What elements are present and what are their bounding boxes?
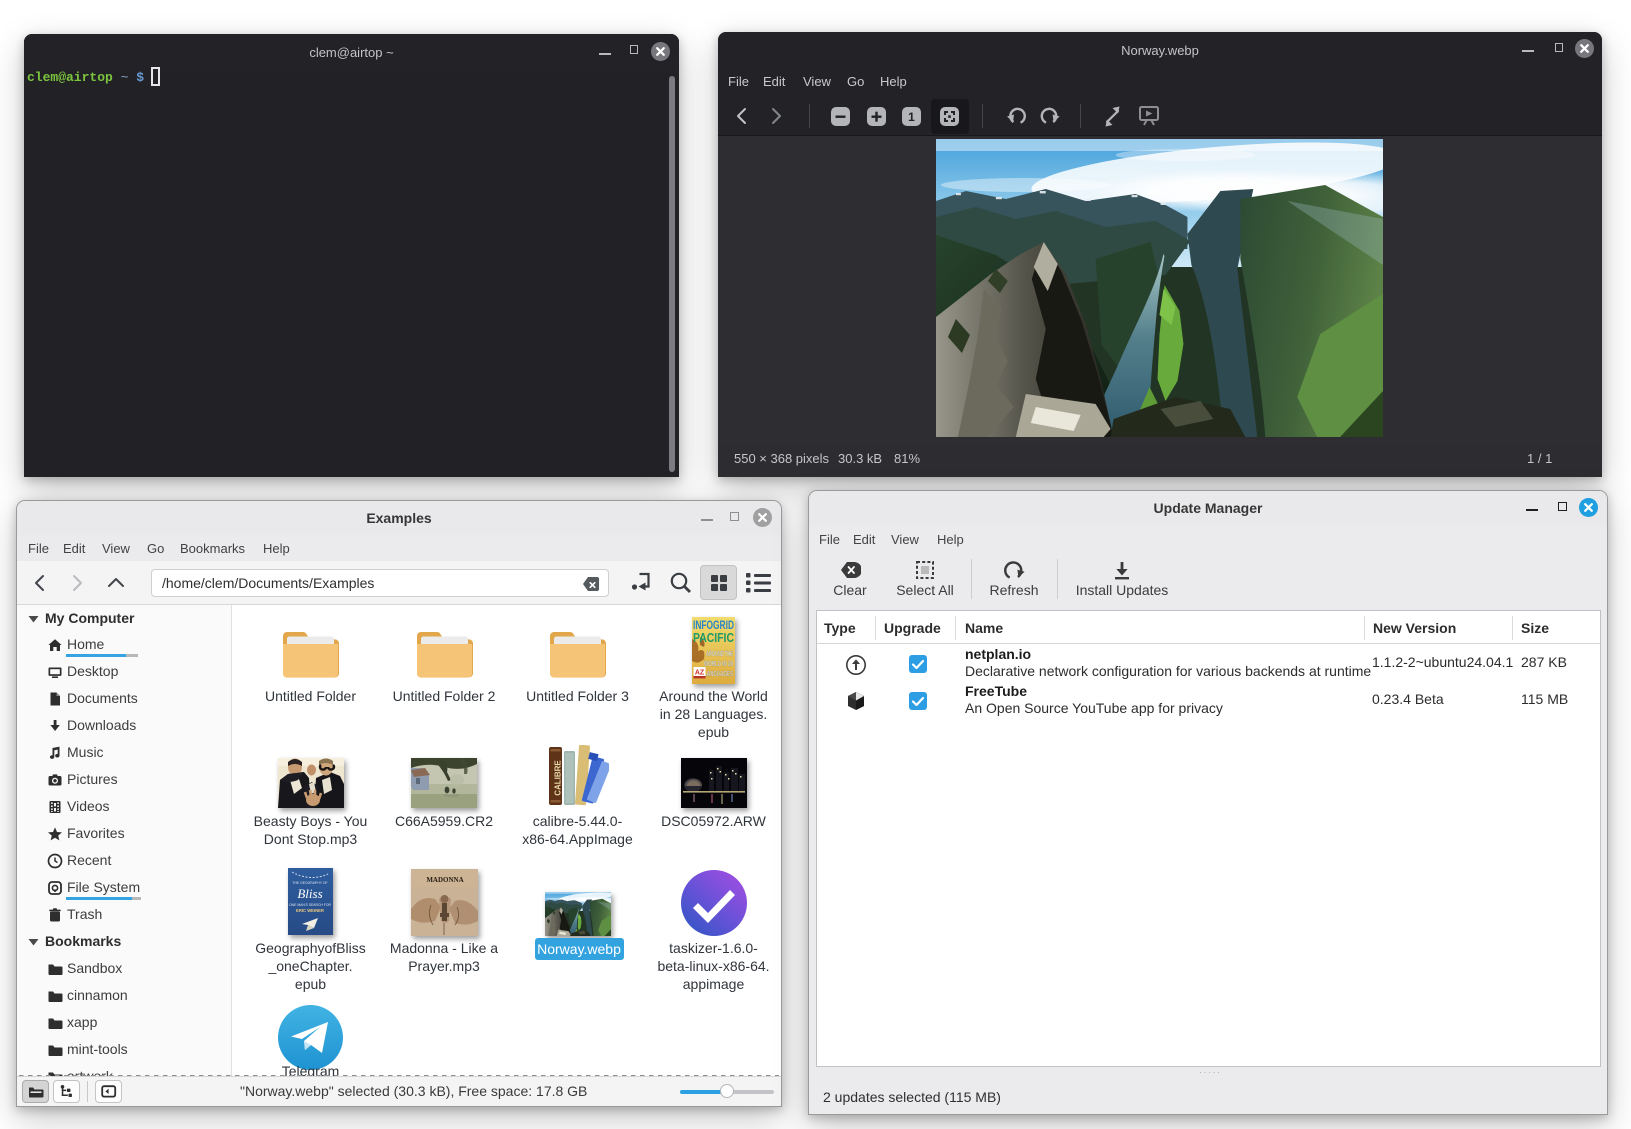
- svg-text:CALIBRE: CALIBRE: [553, 760, 562, 796]
- svg-text:ERIC WEINER: ERIC WEINER: [296, 908, 324, 913]
- svg-text:LANGUAGES: LANGUAGES: [704, 669, 733, 678]
- svg-text:AZ: AZ: [695, 670, 705, 677]
- svg-text:ONE MAN'S SEARCH FOR: ONE MAN'S SEARCH FOR: [289, 903, 331, 907]
- svg-text:MADONNA: MADONNA: [426, 876, 463, 884]
- svg-text:WORLD IN 28: WORLD IN 28: [704, 659, 733, 668]
- svg-text:PACIFIC: PACIFIC: [693, 630, 734, 645]
- svg-text:AROUND THE: AROUND THE: [706, 649, 733, 658]
- svg-text:Bliss: Bliss: [297, 886, 322, 901]
- svg-text:THE GEOGRAPHY OF: THE GEOGRAPHY OF: [292, 881, 327, 885]
- svg-text:1: 1: [908, 110, 915, 124]
